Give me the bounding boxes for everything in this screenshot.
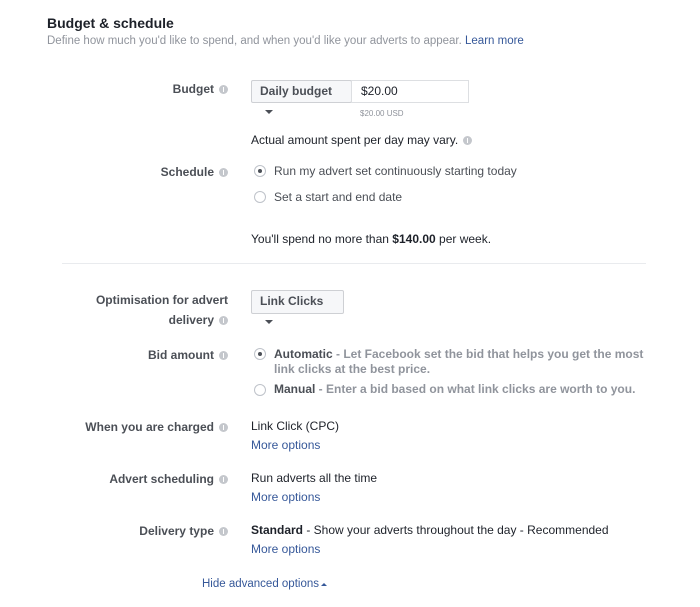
radio-start-end[interactable] [254, 191, 266, 203]
budget-input[interactable]: $20.00 [351, 80, 469, 103]
schedule-label: Schedule [161, 162, 228, 182]
optimisation-label: Optimisation for advert delivery [96, 290, 228, 330]
note-text: Actual amount spent per day may vary. [251, 133, 459, 147]
delivery-bold: Standard [251, 523, 304, 537]
budget-type-dropdown[interactable]: Daily budget [251, 80, 352, 114]
dropdown-label: Daily budget [260, 84, 333, 98]
option-desc: - Let Facebook set the bid that helps yo… [332, 347, 644, 361]
section-title: Budget & schedule [47, 15, 174, 31]
description-text: Define how much you'd like to spend, and… [47, 35, 462, 47]
charged-label: When you are charged [85, 417, 228, 437]
label-text: When you are charged [85, 420, 214, 434]
delivery-more-options[interactable]: More options [251, 542, 320, 556]
hide-advanced-options[interactable]: Hide advanced options [202, 578, 327, 590]
budget-note: Actual amount spent per day may vary. [251, 133, 473, 147]
hide-advanced-text: Hide advanced options [202, 578, 319, 590]
option-continuous[interactable]: Run my advert set continuously starting … [274, 164, 517, 178]
option-desc2: link clicks at the best price. [274, 362, 431, 376]
info-icon[interactable] [219, 351, 228, 360]
dropdown-label: Link Clicks [260, 294, 324, 308]
label-text: Schedule [160, 165, 214, 179]
option-desc: - Enter a bid based on what link clicks … [315, 382, 636, 396]
delivery-rest: - Show your adverts throughout the day -… [303, 523, 609, 537]
info-icon[interactable] [219, 527, 228, 536]
label-text: Bid amount [148, 348, 214, 362]
radio-automatic[interactable] [254, 348, 266, 360]
caret-down-icon [265, 110, 273, 114]
label-text: Advert scheduling [109, 472, 214, 486]
info-icon[interactable] [219, 85, 228, 94]
delivery-label: Delivery type [139, 521, 228, 541]
option-title: Manual [274, 382, 316, 396]
info-icon[interactable] [219, 168, 228, 177]
charged-value: Link Click (CPC) [251, 419, 340, 433]
ad-scheduling-label: Advert scheduling [109, 469, 228, 489]
radio-continuous[interactable] [254, 165, 266, 177]
info-icon[interactable] [219, 316, 228, 325]
option-title: Automatic [274, 347, 333, 361]
divider [62, 263, 646, 264]
learn-more-link[interactable]: Learn more [465, 35, 524, 47]
option-start-end[interactable]: Set a start and end date [274, 190, 402, 204]
info-icon[interactable] [219, 475, 228, 484]
label-line2: delivery [168, 313, 214, 327]
budget-label: Budget [173, 79, 228, 99]
option-automatic[interactable]: Automatic - Let Facebook set the bid tha… [274, 347, 643, 377]
info-icon[interactable] [219, 423, 228, 432]
budget-converted: $20.00 USD [360, 109, 404, 118]
ad-scheduling-more-options[interactable]: More options [251, 490, 320, 504]
spend-summary: You'll spend no more than $140.00 per we… [251, 232, 491, 246]
label-text: Delivery type [139, 524, 214, 538]
label-line1: Optimisation for advert [95, 293, 228, 307]
section-description: Define how much you'd like to spend, and… [47, 35, 524, 47]
optimisation-dropdown[interactable]: Link Clicks [251, 290, 344, 324]
option-manual[interactable]: Manual - Enter a bid based on what link … [274, 382, 635, 396]
charged-more-options[interactable]: More options [251, 438, 320, 452]
summary-pre: You'll spend no more than [251, 232, 389, 246]
caret-down-icon [265, 320, 273, 324]
ad-scheduling-value: Run adverts all the time [251, 471, 378, 485]
bid-label: Bid amount [148, 345, 228, 365]
caret-up-icon [321, 583, 327, 586]
info-icon[interactable] [463, 136, 473, 145]
delivery-value: Standard - Show your adverts throughout … [251, 523, 609, 537]
label-text: Budget [172, 82, 214, 96]
radio-manual[interactable] [254, 384, 266, 396]
summary-post: per week. [439, 232, 492, 246]
summary-amount: $140.00 [392, 232, 436, 246]
